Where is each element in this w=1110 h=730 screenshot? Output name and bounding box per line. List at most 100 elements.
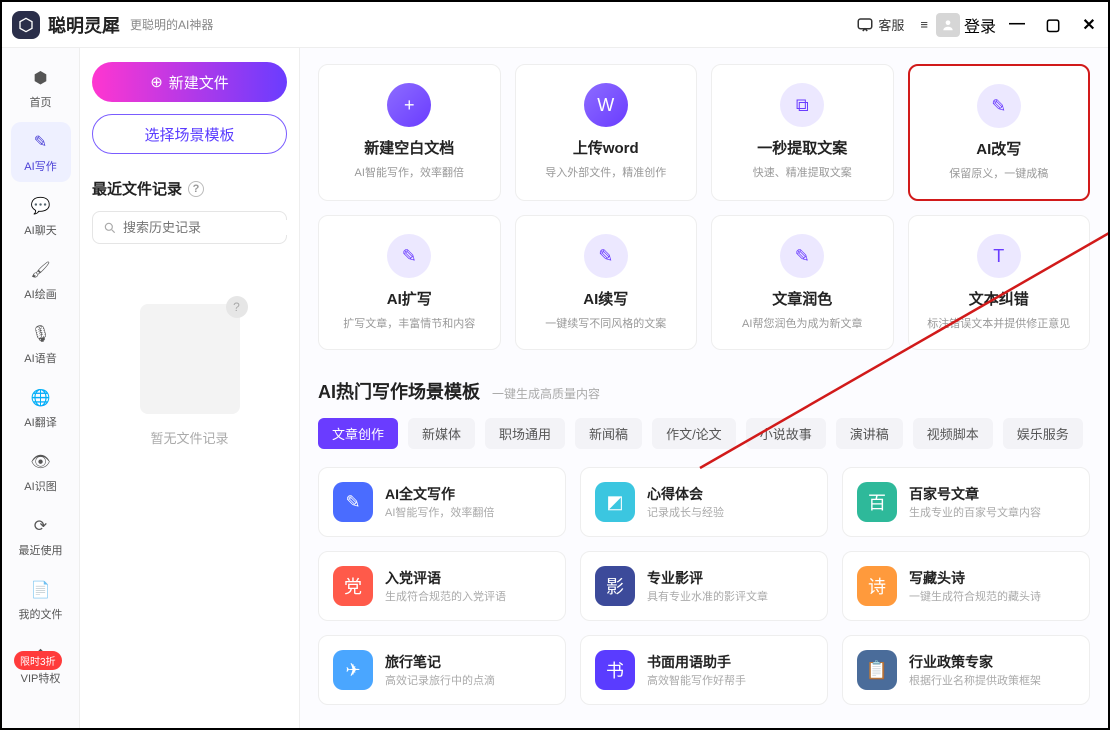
- search-icon: [103, 221, 117, 235]
- sidebar-item-0[interactable]: ⬢首页: [11, 58, 71, 118]
- tab-0[interactable]: 文章创作: [318, 418, 398, 449]
- sidebar-label: 首页: [30, 94, 52, 110]
- feature-card-title: 新建空白文档: [364, 137, 454, 158]
- feature-card-icon: ⧉: [780, 83, 824, 127]
- sidebar-item-7[interactable]: ⟳最近使用: [11, 506, 71, 566]
- feature-card-title: 一秒提取文案: [757, 137, 847, 158]
- sidebar-item-2[interactable]: 💬AI聊天: [11, 186, 71, 246]
- login-label: 登录: [964, 13, 996, 37]
- maximize-button[interactable]: ▢: [1044, 15, 1062, 35]
- new-file-label: 新建文件: [169, 72, 229, 93]
- template-subtitle: 生成符合规范的入党评语: [385, 588, 506, 604]
- template-subtitle: AI智能写作，效率翻倍: [385, 504, 494, 520]
- feature-card-5[interactable]: ✎AI续写一键续写不同风格的文案: [515, 215, 698, 350]
- feature-card-icon: ✎: [780, 234, 824, 278]
- feature-card-icon: T: [977, 234, 1021, 278]
- close-button[interactable]: ✕: [1080, 15, 1098, 35]
- template-section-subtitle: 一键生成高质量内容: [492, 385, 600, 402]
- template-icon: ✈: [333, 650, 373, 690]
- brand-logo-icon: [12, 11, 40, 39]
- template-1[interactable]: ◩心得体会记录成长与经验: [580, 467, 828, 537]
- feature-card-icon: W: [584, 83, 628, 127]
- support-button[interactable]: 客服: [848, 11, 912, 38]
- template-4[interactable]: 影专业影评具有专业水准的影评文章: [580, 551, 828, 621]
- sidebar-item-5[interactable]: 🌐 AI翻译: [11, 378, 71, 438]
- template-title: 写藏头诗: [909, 568, 1041, 588]
- tab-2[interactable]: 职场通用: [485, 418, 565, 449]
- sidebar-item-4[interactable]: 🎙AI语音: [11, 314, 71, 374]
- sidebar-label: AI识图: [24, 478, 56, 494]
- sidebar-item-6[interactable]: 👁 AI识图: [11, 442, 71, 502]
- main-area: + 新建空白文档 AI智能写作，效率翻倍 W 上传word 导入外部文件，精准创作 ⧉ 一秒提…: [300, 48, 1108, 728]
- template-title: 旅行笔记: [385, 652, 495, 672]
- feature-card-subtitle: 标注错误文本并提供修正意见: [927, 315, 1070, 331]
- template-6[interactable]: ✈旅行笔记高效记录旅行中的点滴: [318, 635, 566, 705]
- tab-4[interactable]: 作文/论文: [652, 418, 736, 449]
- sidebar-item-8[interactable]: 📄我的文件: [11, 570, 71, 630]
- feature-card-subtitle: 导入外部文件，精准创作: [545, 164, 666, 180]
- template-2[interactable]: 百百家号文章生成专业的百家号文章内容: [842, 467, 1090, 537]
- feature-card-1[interactable]: W 上传word 导入外部文件，精准创作: [515, 64, 698, 201]
- chat-icon: [856, 16, 874, 34]
- menu-button[interactable]: ≡: [912, 13, 936, 36]
- feature-card-subtitle: AI帮您润色为成为新文章: [742, 315, 862, 331]
- sidebar-icon: ✎: [29, 130, 53, 154]
- sidebar-label: AI翻译: [24, 414, 56, 430]
- feature-card-icon: ✎: [387, 234, 431, 278]
- tab-7[interactable]: 视频脚本: [913, 418, 993, 449]
- feature-card-title: 文本纠错: [969, 288, 1029, 309]
- sidebar-icon: 🎙: [29, 322, 53, 346]
- empty-text: 暂无文件记录: [150, 428, 228, 447]
- template-subtitle: 记录成长与经验: [647, 504, 724, 520]
- feature-card-6[interactable]: ✎文章润色AI帮您润色为成为新文章: [711, 215, 894, 350]
- template-3[interactable]: 党入党评语生成符合规范的入党评语: [318, 551, 566, 621]
- feature-card-icon: +: [387, 83, 431, 127]
- left-panel: ⊕ 新建文件 选择场景模板 最近文件记录 ? 暂无文件记录: [80, 48, 300, 728]
- sidebar-icon: 👁: [29, 450, 53, 474]
- template-grid: ✎AI全文写作AI智能写作，效率翻倍◩心得体会记录成长与经验百百家号文章生成专业…: [318, 467, 1090, 705]
- template-icon: 📋: [857, 650, 897, 690]
- feature-card-2[interactable]: ⧉一秒提取文案快速、精准提取文案: [711, 64, 894, 201]
- tab-3[interactable]: 新闻稿: [575, 418, 642, 449]
- feature-card-title: AI扩写: [387, 288, 432, 309]
- template-title: 心得体会: [647, 484, 724, 504]
- promo-badge: 限时3折: [14, 651, 62, 670]
- template-icon: 影: [595, 566, 635, 606]
- sidebar-icon: 🌐: [29, 386, 53, 410]
- template-5[interactable]: 诗写藏头诗一键生成符合规范的藏头诗: [842, 551, 1090, 621]
- tab-6[interactable]: 演讲稿: [836, 418, 903, 449]
- sidebar-item-3[interactable]: 🖌 AI绘画: [11, 250, 71, 310]
- sidebar-item-1[interactable]: ✎AI写作: [11, 122, 71, 182]
- template-icon: 党: [333, 566, 373, 606]
- feature-card-4[interactable]: ✎ AI扩写扩写文章，丰富情节和内容: [318, 215, 501, 350]
- template-tabs: 文章创作新媒体职场通用新闻稿作文/论文小说故事演讲稿视频脚本娱乐服务: [318, 418, 1090, 449]
- tab-1[interactable]: 新媒体: [408, 418, 475, 449]
- feature-card-title: 上传word: [573, 137, 639, 158]
- template-subtitle: 根据行业名称提供政策框架: [909, 672, 1041, 688]
- feature-card-subtitle: 扩写文章，丰富情节和内容: [343, 315, 475, 331]
- sidebar-label: AI聊天: [24, 222, 56, 238]
- template-subtitle: 高效智能写作好帮手: [647, 672, 746, 688]
- sidebar-icon: 🖌: [29, 258, 53, 282]
- feature-card-3[interactable]: ✎AI改写保留原义，一键成稿: [908, 64, 1091, 201]
- template-0[interactable]: ✎AI全文写作AI智能写作，效率翻倍: [318, 467, 566, 537]
- template-7[interactable]: 书书面用语助手高效智能写作好帮手: [580, 635, 828, 705]
- choose-template-button[interactable]: 选择场景模板: [92, 114, 287, 154]
- login-button[interactable]: 登录: [936, 13, 996, 37]
- feature-card-0[interactable]: +新建空白文档AI智能写作，效率翻倍: [318, 64, 501, 201]
- minimize-button[interactable]: —: [1008, 15, 1026, 35]
- feature-card-7[interactable]: T 文本纠错标注错误文本并提供修正意见: [908, 215, 1091, 350]
- search-box[interactable]: [92, 211, 287, 244]
- sidebar-label: AI绘画: [24, 286, 56, 302]
- titlebar: 聪明灵犀 更聪明的AI神器 客服 ≡ 登录 — ▢ ✕: [2, 2, 1108, 48]
- tab-5[interactable]: 小说故事: [746, 418, 826, 449]
- template-8[interactable]: 📋行业政策专家根据行业名称提供政策框架: [842, 635, 1090, 705]
- choose-template-label: 选择场景模板: [144, 124, 234, 145]
- tab-8[interactable]: 娱乐服务: [1003, 418, 1083, 449]
- feature-card-title: AI续写: [583, 288, 628, 309]
- search-input[interactable]: [123, 220, 299, 235]
- new-file-button[interactable]: ⊕ 新建文件: [92, 62, 287, 102]
- help-icon[interactable]: ?: [188, 181, 204, 197]
- feature-card-icon: ✎: [584, 234, 628, 278]
- sidebar: ⬢首页✎AI写作💬AI聊天 🖌 AI绘画 🎙AI语音 🌐 AI翻译 👁 AI识图 ⟳最近使用📄我…: [2, 48, 80, 728]
